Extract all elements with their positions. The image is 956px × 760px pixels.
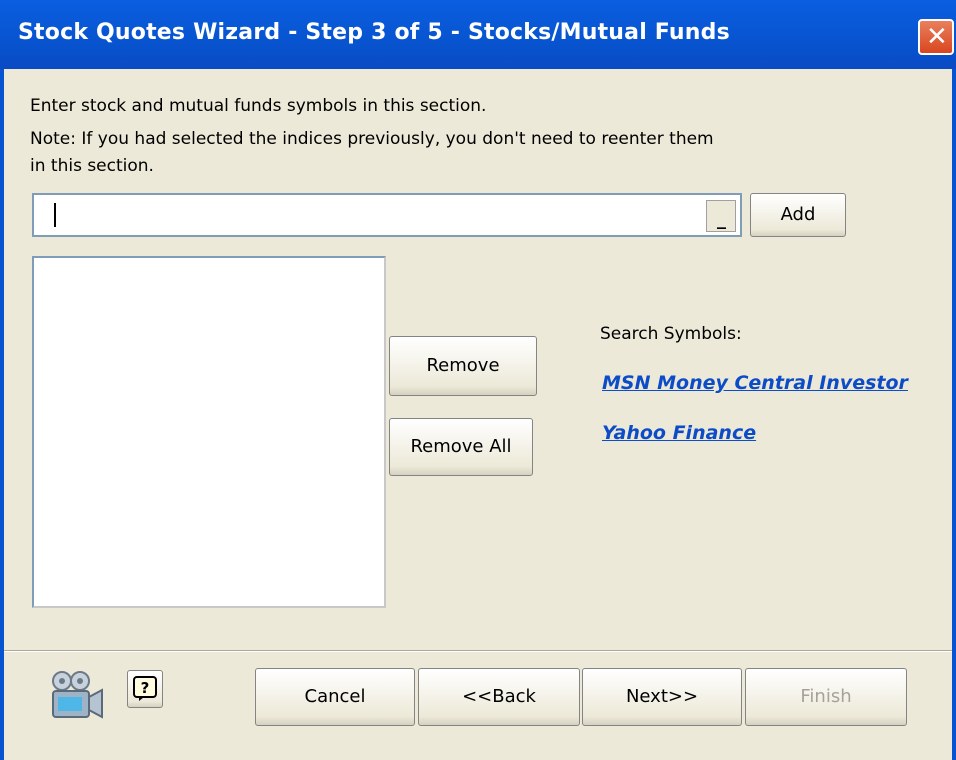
close-button[interactable]: ✕ — [918, 19, 954, 55]
instruction-line-1: Enter stock and mutual funds symbols in … — [30, 96, 487, 116]
cancel-button[interactable]: Cancel — [255, 668, 415, 726]
back-button[interactable]: <<Back — [418, 668, 580, 726]
finish-button: Finish — [745, 668, 907, 726]
instruction-note-continued: in this section. — [30, 156, 154, 176]
remove-button[interactable]: Remove — [389, 336, 537, 396]
search-symbols-label: Search Symbols: — [600, 324, 742, 344]
video-camera-icon[interactable] — [50, 669, 104, 725]
help-icon: ? — [133, 676, 157, 701]
window-title: Stock Quotes Wizard - Step 3 of 5 - Stoc… — [18, 20, 730, 45]
msn-money-link[interactable]: MSN Money Central Investor — [602, 372, 908, 394]
svg-text:?: ? — [141, 679, 150, 697]
close-icon: ✕ — [926, 22, 948, 52]
symbol-input[interactable] — [32, 193, 742, 237]
text-caret — [54, 203, 56, 227]
remove-all-button[interactable]: Remove All — [389, 418, 533, 476]
yahoo-finance-link[interactable]: Yahoo Finance — [602, 422, 756, 444]
symbols-list[interactable] — [32, 256, 386, 608]
title-bar: Stock Quotes Wizard - Step 3 of 5 - Stoc… — [0, 0, 956, 69]
next-button[interactable]: Next>> — [582, 668, 742, 726]
dropdown-arrow-icon: _ — [717, 209, 726, 230]
help-button[interactable]: ? — [127, 670, 163, 708]
footer-separator — [4, 650, 952, 652]
instruction-note: Note: If you had selected the indices pr… — [30, 129, 714, 149]
symbol-dropdown-button[interactable]: _ — [706, 200, 736, 232]
add-button[interactable]: Add — [750, 193, 846, 237]
